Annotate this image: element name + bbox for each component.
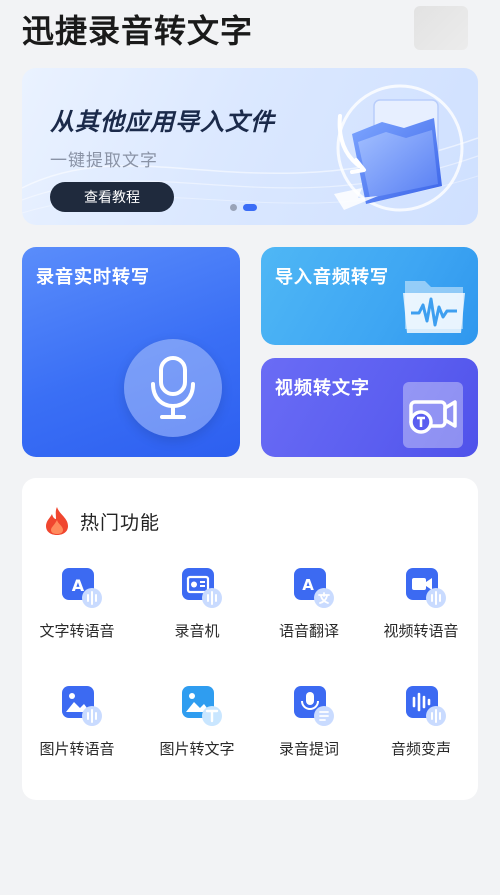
image-to-text-icon [182,686,222,726]
video-text-icon [403,382,463,448]
grid-item-label: 录音机 [174,622,220,640]
hot-features-title: 热门功能 [80,511,161,534]
grid-item-video-to-audio[interactable]: 视频转语音 [366,566,476,666]
image-to-audio-icon [62,686,102,726]
grid-item-image-to-audio[interactable]: 图片转语音 [22,684,132,784]
grid-item-teleprompter[interactable]: 录音提词 [254,684,364,784]
record-card-label: 录音实时转写 [36,267,150,288]
text-to-speech-icon: A [62,568,102,608]
svg-text:A: A [72,576,85,595]
hot-features-panel: 热门功能 A 文字转语音 录音机 A 语音翻译 视频转语音 图片转语音 图片转文… [22,478,478,800]
banner-title: 从其他应用导入文件 [50,108,275,136]
microphone-icon [124,339,222,437]
record-realtime-card[interactable]: 录音实时转写 [22,247,240,457]
folder-illustration-icon [334,84,464,212]
grid-item-label: 语音翻译 [278,622,339,640]
import-card-label: 导入音频转写 [275,267,389,288]
flame-icon [46,507,68,535]
import-audio-card[interactable]: 导入音频转写 [261,247,478,345]
carousel-dot-active[interactable] [243,204,257,211]
avatar[interactable] [414,6,468,50]
grid-item-recorder[interactable]: 录音机 [142,566,252,666]
grid-item-label: 图片转语音 [39,740,115,758]
banner-carousel[interactable]: 从其他应用导入文件 一键提取文字 查看教程 [22,68,478,225]
banner-subtitle: 一键提取文字 [50,151,158,171]
teleprompter-icon [294,686,334,726]
grid-item-label: 图片转文字 [159,740,235,758]
video-to-text-card[interactable]: 视频转文字 [261,358,478,457]
grid-item-voice-changer[interactable]: 音频变声 [366,684,476,784]
voice-changer-icon [406,686,446,726]
grid-item-label: 录音提词 [278,740,339,758]
grid-item-text-to-speech[interactable]: A 文字转语音 [22,566,132,666]
audio-folder-icon [403,281,465,333]
view-tutorial-button[interactable]: 查看教程 [50,182,174,212]
app-title: 迅捷录音转文字 [22,12,254,50]
carousel-indicator [230,204,257,211]
grid-item-label: 音频变声 [390,740,451,758]
recorder-icon [182,568,222,608]
video-card-label: 视频转文字 [275,378,370,399]
grid-item-label: 文字转语音 [39,622,115,640]
video-to-audio-icon [406,568,446,608]
grid-item-voice-translate[interactable]: A 语音翻译 [254,566,364,666]
svg-text:A: A [302,576,314,594]
grid-item-image-to-text[interactable]: 图片转文字 [142,684,252,784]
app-screen: 迅捷录音转文字 从其他应用导入文件 一键提取文字 查看教程 录音实时转写 导入音… [0,0,500,895]
hot-features-header: 热门功能 [44,506,160,536]
translate-icon: A [294,568,334,608]
grid-item-label: 视频转语音 [383,622,459,640]
carousel-dot[interactable] [230,204,237,211]
